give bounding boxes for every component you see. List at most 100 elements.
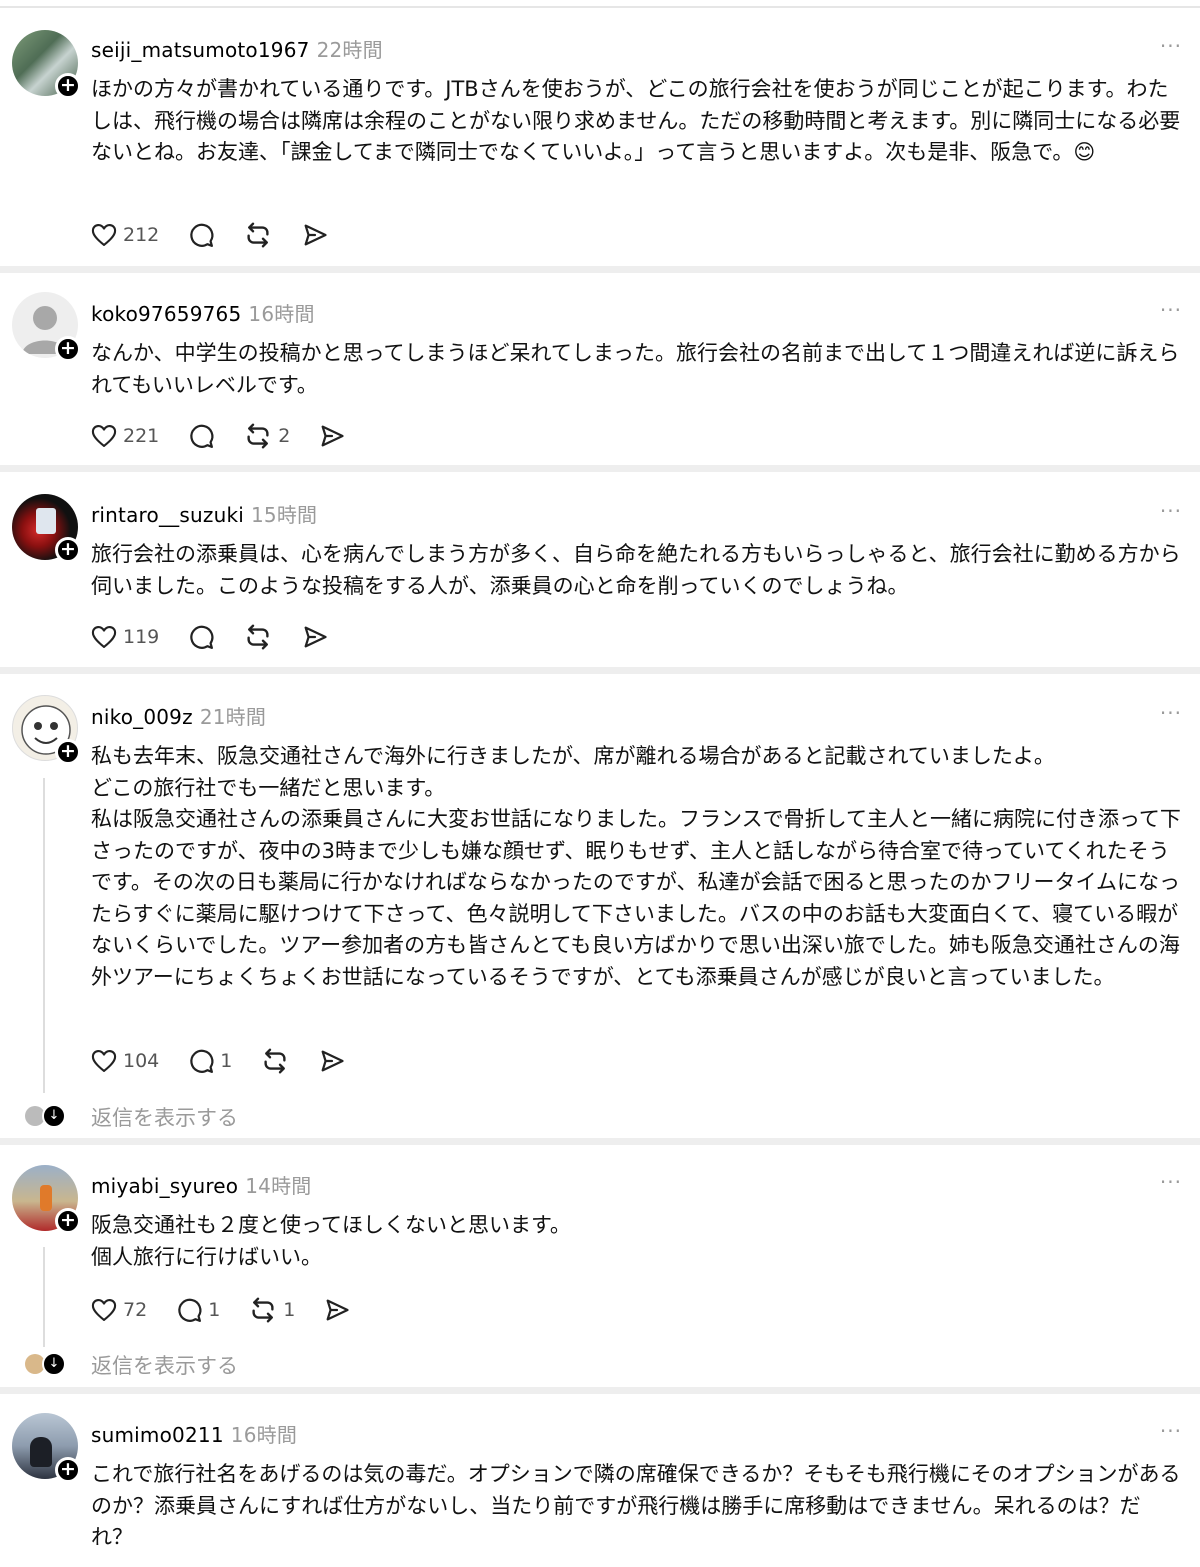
reply-count: 1 bbox=[208, 1299, 221, 1321]
arrow-down-icon: ↓ bbox=[42, 1104, 66, 1128]
reply-button[interactable]: 1 bbox=[175, 1296, 220, 1324]
like-count: 119 bbox=[123, 626, 160, 648]
reply-button[interactable] bbox=[187, 623, 215, 651]
action-bar: 119 bbox=[90, 622, 357, 652]
action-bar: 221 2 bbox=[90, 421, 374, 451]
comment-bubble-icon bbox=[187, 221, 215, 249]
like-button[interactable]: 72 bbox=[90, 1296, 147, 1324]
like-button[interactable]: 119 bbox=[90, 623, 159, 651]
reply-count: 1 bbox=[220, 1050, 233, 1072]
post-text: 私も去年末、阪急交通社さんで海外に行きましたが、席が離れる場合があると記載されて… bbox=[91, 744, 1181, 989]
post-header: miyabi_syureo 14時間 bbox=[91, 1170, 312, 1199]
post-header: koko97659765 16時間 bbox=[91, 298, 315, 327]
username[interactable]: sumimo0211 bbox=[91, 1423, 224, 1447]
repost-button[interactable]: 1 bbox=[248, 1295, 295, 1325]
username[interactable]: rintaro__suzuki bbox=[91, 503, 244, 527]
more-options-icon[interactable]: ··· bbox=[1160, 1419, 1182, 1443]
like-button[interactable]: 104 bbox=[90, 1047, 159, 1075]
like-count: 221 bbox=[123, 425, 160, 447]
arrow-down-icon: ↓ bbox=[42, 1352, 66, 1376]
heart-icon bbox=[90, 422, 118, 450]
send-arrow-icon bbox=[318, 422, 346, 450]
timestamp: 21時間 bbox=[199, 705, 267, 729]
follow-plus-icon[interactable]: + bbox=[55, 1208, 81, 1234]
follow-plus-icon[interactable]: + bbox=[55, 537, 81, 563]
send-arrow-icon bbox=[318, 1047, 346, 1075]
repost-button[interactable]: 2 bbox=[243, 421, 290, 451]
post-text: ほかの方々が書かれている通りです。JTBさんを使おうが、どこの旅行会社を使おうが… bbox=[91, 77, 1181, 164]
post-divider bbox=[0, 1387, 1200, 1394]
repost-arrows-icon bbox=[243, 220, 273, 250]
send-arrow-icon bbox=[301, 221, 329, 249]
username[interactable]: miyabi_syureo bbox=[91, 1174, 238, 1198]
action-bar: 72 1 1 bbox=[90, 1295, 379, 1325]
action-bar: 212 bbox=[90, 220, 357, 250]
reply-avatars[interactable]: ↓ bbox=[25, 1104, 66, 1128]
post-text: 旅行会社の添乗員は、心を病んでしまう方が多く、自ら命を絶たれる方もいらっしゃると… bbox=[91, 542, 1181, 598]
send-arrow-icon bbox=[323, 1296, 351, 1324]
post-divider bbox=[0, 667, 1200, 674]
follow-plus-icon[interactable]: + bbox=[55, 336, 81, 362]
timestamp: 22時間 bbox=[316, 38, 383, 62]
repost-count: 1 bbox=[283, 1299, 296, 1321]
reply-button[interactable] bbox=[187, 221, 215, 249]
show-replies-link[interactable]: 返信を表示する bbox=[91, 1350, 238, 1380]
reply-button[interactable]: 1 bbox=[187, 1047, 232, 1075]
follow-plus-icon[interactable]: + bbox=[55, 73, 81, 99]
timestamp: 15時間 bbox=[250, 503, 318, 527]
post-header: rintaro__suzuki 15時間 bbox=[91, 499, 317, 528]
post-divider bbox=[0, 465, 1200, 472]
username[interactable]: seiji_matsumoto1967 bbox=[91, 38, 310, 62]
repost-button[interactable] bbox=[243, 622, 273, 652]
username[interactable]: niko_009z bbox=[91, 705, 193, 729]
repost-button[interactable] bbox=[243, 220, 273, 250]
comment-bubble-icon bbox=[175, 1296, 203, 1324]
follow-plus-icon[interactable]: + bbox=[55, 1457, 81, 1483]
top-divider bbox=[0, 0, 1200, 8]
more-options-icon[interactable]: ··· bbox=[1160, 1170, 1182, 1194]
action-bar: 104 1 bbox=[90, 1046, 374, 1076]
reply-button[interactable] bbox=[187, 422, 215, 450]
more-options-icon[interactable]: ··· bbox=[1160, 298, 1182, 322]
more-options-icon[interactable]: ··· bbox=[1160, 499, 1182, 523]
reply-avatars[interactable]: ↓ bbox=[25, 1352, 66, 1376]
share-button[interactable] bbox=[318, 1047, 346, 1075]
show-replies-link[interactable]: 返信を表示する bbox=[91, 1102, 238, 1132]
post-text: これで旅行社名をあげるのは気の毒だ。オプションで隣の席確保できるか？そもそも飛行… bbox=[91, 1462, 1181, 1549]
post-header: seiji_matsumoto1967 22時間 bbox=[91, 34, 383, 63]
timestamp: 16時間 bbox=[248, 302, 315, 326]
repost-button[interactable] bbox=[260, 1046, 290, 1076]
follow-plus-icon[interactable]: + bbox=[55, 739, 81, 765]
repost-arrows-icon bbox=[248, 1295, 278, 1325]
timestamp: 14時間 bbox=[245, 1174, 312, 1198]
heart-icon bbox=[90, 623, 118, 651]
repost-count: 2 bbox=[278, 425, 291, 447]
share-button[interactable] bbox=[301, 623, 329, 651]
more-options-icon[interactable]: ··· bbox=[1160, 701, 1182, 725]
more-options-icon[interactable]: ··· bbox=[1160, 34, 1182, 58]
like-count: 104 bbox=[123, 1050, 160, 1072]
repost-arrows-icon bbox=[243, 622, 273, 652]
comment-bubble-icon bbox=[187, 623, 215, 651]
comment-bubble-icon bbox=[187, 1047, 215, 1075]
comment-bubble-icon bbox=[187, 422, 215, 450]
heart-icon bbox=[90, 221, 118, 249]
repost-arrows-icon bbox=[260, 1046, 290, 1076]
username[interactable]: koko97659765 bbox=[91, 302, 241, 326]
post-divider bbox=[0, 266, 1200, 273]
thread-line bbox=[43, 1247, 45, 1347]
share-button[interactable] bbox=[301, 221, 329, 249]
send-arrow-icon bbox=[301, 623, 329, 651]
post-divider bbox=[0, 1138, 1200, 1145]
like-button[interactable]: 221 bbox=[90, 422, 159, 450]
heart-icon bbox=[90, 1047, 118, 1075]
post-header: niko_009z 21時間 bbox=[91, 701, 266, 730]
share-button[interactable] bbox=[318, 422, 346, 450]
like-button[interactable]: 212 bbox=[90, 221, 159, 249]
like-count: 212 bbox=[123, 224, 160, 246]
repost-arrows-icon bbox=[243, 421, 273, 451]
post-header: sumimo0211 16時間 bbox=[91, 1419, 297, 1448]
share-button[interactable] bbox=[323, 1296, 351, 1324]
heart-icon bbox=[90, 1296, 118, 1324]
post-text: なんか、中学生の投稿かと思ってしまうほど呆れてしまった。旅行会社の名前まで出して… bbox=[91, 341, 1180, 397]
